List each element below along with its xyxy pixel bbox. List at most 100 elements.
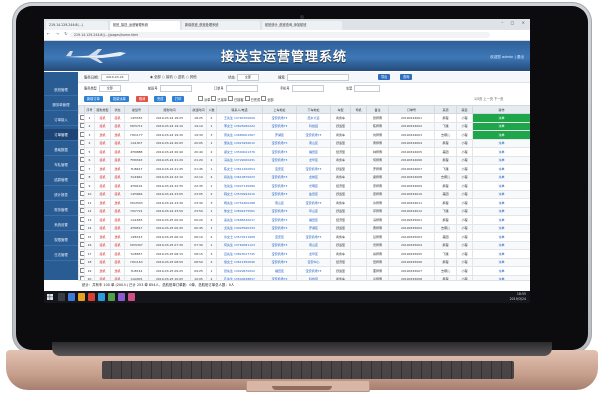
sidebar-item[interactable]: 权限管理 [44,234,78,246]
table-cell[interactable]: 派单 [472,249,530,259]
sidebar-item-active[interactable]: 订单管理 [44,129,78,141]
table-cell[interactable]: 派单 [472,155,530,165]
table-row[interactable]: 10 接机 接机 CZ3966 2019-03-24 23:05 23:05 2 韩女士 13… [78,189,530,199]
print-button[interactable]: 打印 [172,96,185,102]
table-cell[interactable]: 派单 [472,147,530,157]
taskbar-clock[interactable]: 18:55 2019/3/24 [510,292,526,302]
table-cell[interactable]: 派单 [472,206,530,216]
row-checkbox[interactable] [78,164,85,174]
app-icon[interactable] [118,293,125,301]
row-checkbox[interactable] [78,215,85,225]
phone-input[interactable] [291,85,324,92]
search-icon[interactable] [58,293,65,301]
row-checkbox[interactable] [78,223,85,233]
table-cell[interactable]: 派单 [472,189,530,199]
check-dispatch[interactable]: 派单 [198,96,210,102]
radio-all[interactable]: ◉ 全部 [150,75,161,79]
table-row[interactable]: 6 接机 接机 FM9343 2019-03-24 21:20 21:20 2 冯先生 137… [78,155,530,165]
sidebar-item[interactable]: 统计报表 [44,189,78,201]
table-row[interactable]: 4 接机 接机 CA1307 2019-03-24 20:05 20:05 1 吴先生 139… [78,138,530,148]
windows-start-icon[interactable] [47,294,53,300]
table-cell[interactable]: 派单 [472,113,530,123]
url-field[interactable]: 219.14.129.244:8((...)/pages/home.html [70,32,490,38]
row-checkbox[interactable] [78,198,85,208]
column-header[interactable]: 上车地址 [262,105,297,114]
type-select[interactable]: 全部 [98,85,121,92]
check-accepted[interactable]: 已接单 [211,96,227,102]
back-icon[interactable]: ← [47,31,52,36]
row-checkbox[interactable] [78,232,85,242]
radio-dropoff[interactable]: ○ 送机 [174,75,185,79]
row-checkbox[interactable] [78,121,85,131]
browser-tab[interactable]: 219.14.129.244:8(...) [46,21,108,30]
batch-dispatch-button[interactable]: 批量派单 [110,96,129,102]
table-row[interactable]: 11 送机 送机 MU2503 2019-03-24 23:30 23:30 3 杨先生 13… [78,198,530,208]
sidebar-item[interactable]: 航班管理 [44,84,78,96]
table-row[interactable]: 2 接机 接机 MU5711 2019-03-24 19:10 19:10 1 李女士 138… [78,121,530,131]
row-checkbox[interactable] [78,249,85,259]
file-explorer-icon[interactable] [78,293,85,301]
row-checkbox[interactable] [78,172,85,182]
column-header[interactable]: 下车地址 [296,105,331,114]
search-button[interactable]: 查询 [400,74,413,80]
table-row[interactable]: 16 接机 接机 MU5307 2019-03-25 07:30 07:30 1 何先生 13… [78,240,530,250]
radio-pickup[interactable]: ○ 接机 [162,75,173,79]
export-button[interactable]: 导出 [378,74,391,80]
table-row[interactable]: 3 送机 送机 HO1177 2019-03-24 19:30 19:30 3 周先生 136… [78,130,530,140]
sidebar-item[interactable]: 基础数据 [44,144,78,156]
column-header[interactable]: 操作 [472,105,530,114]
column-header[interactable]: 来源 [434,105,457,114]
table-cell[interactable]: 派单 [472,223,530,233]
table-cell[interactable]: 派单 [472,130,530,140]
row-checkbox[interactable] [78,130,85,140]
table-cell[interactable]: 派单 [472,181,530,191]
column-header[interactable]: 序号 [84,105,95,114]
table-row[interactable]: 13 接机 接机 CA1835 2019-03-25 00:20 00:20 2 秦先生 13… [78,215,530,225]
sidebar-item[interactable]: 订单接入 [44,114,78,126]
nav-buttons[interactable]: ← → ↻ [47,31,70,36]
table-row[interactable]: 5 接机 接机 ZH9888 2019-03-24 20:40 20:40 2 郑女士 135… [78,147,530,157]
car-select[interactable] [354,85,381,92]
row-checkbox[interactable] [78,206,85,216]
status-select[interactable]: 全部 [236,74,259,81]
app-icon[interactable] [108,293,115,301]
column-header[interactable]: 备注 [366,105,389,114]
table-row[interactable]: 7 送机 送机 3U8427 2019-03-24 21:45 21:45 1 陈女士 138… [78,164,530,174]
table-cell[interactable]: 派单 [472,198,530,208]
check-pickedup[interactable]: 已接客 [228,96,244,102]
row-checkbox[interactable] [78,113,85,123]
table-cell[interactable]: 派单 [472,215,530,225]
row-checkbox[interactable] [78,147,85,157]
table-row[interactable]: 14 接机 接机 ZH9517 2019-03-25 00:45 00:45 1 尤先生 13… [78,223,530,233]
table-cell[interactable]: 派单 [472,232,530,242]
column-header[interactable]: 航班时间 [190,105,207,114]
column-header[interactable]: 渠道 [456,105,473,114]
column-header[interactable]: 服务时间 [148,105,191,114]
table-row[interactable]: 17 接机 接机 SC8837 2019-03-25 08:15 08:15 3 吕先生 13… [78,249,530,259]
table-cell[interactable]: 派单 [472,121,530,131]
table-row[interactable]: 8 接机 接机 SC4661 2019-03-24 22:10 22:10 4 蒋先生 136… [78,172,530,182]
cancel-button[interactable]: 取消 [136,96,149,102]
app-icon[interactable] [128,293,135,301]
sidebar-item[interactable]: 服务单管理 [44,99,78,111]
table-cell[interactable]: 派单 [472,240,530,250]
check-all[interactable]: 全部 [261,96,274,102]
table-cell[interactable]: 派单 [472,138,530,148]
flight-input[interactable] [159,85,192,92]
browser-tab[interactable]: 航班统计_航班查询_添加航班 [262,21,342,30]
app-icon[interactable] [98,293,105,301]
date-field[interactable]: 2019-03-24 [100,74,129,81]
row-checkbox[interactable] [78,266,85,276]
chrome-icon[interactable] [88,293,95,301]
sidebar-item[interactable]: 财务管理 [44,204,78,216]
sidebar-item[interactable]: 系统设置 [44,219,78,231]
task-view-icon[interactable] [68,293,75,301]
row-checkbox[interactable] [78,155,85,165]
window-controls[interactable]: – □ × [501,20,528,25]
column-header[interactable]: 航班号 [124,105,149,114]
row-checkbox[interactable] [78,181,85,191]
order-input[interactable] [225,85,258,92]
table-cell[interactable]: 派单 [472,164,530,174]
row-checkbox[interactable] [78,240,85,250]
row-checkbox[interactable] [78,257,85,267]
